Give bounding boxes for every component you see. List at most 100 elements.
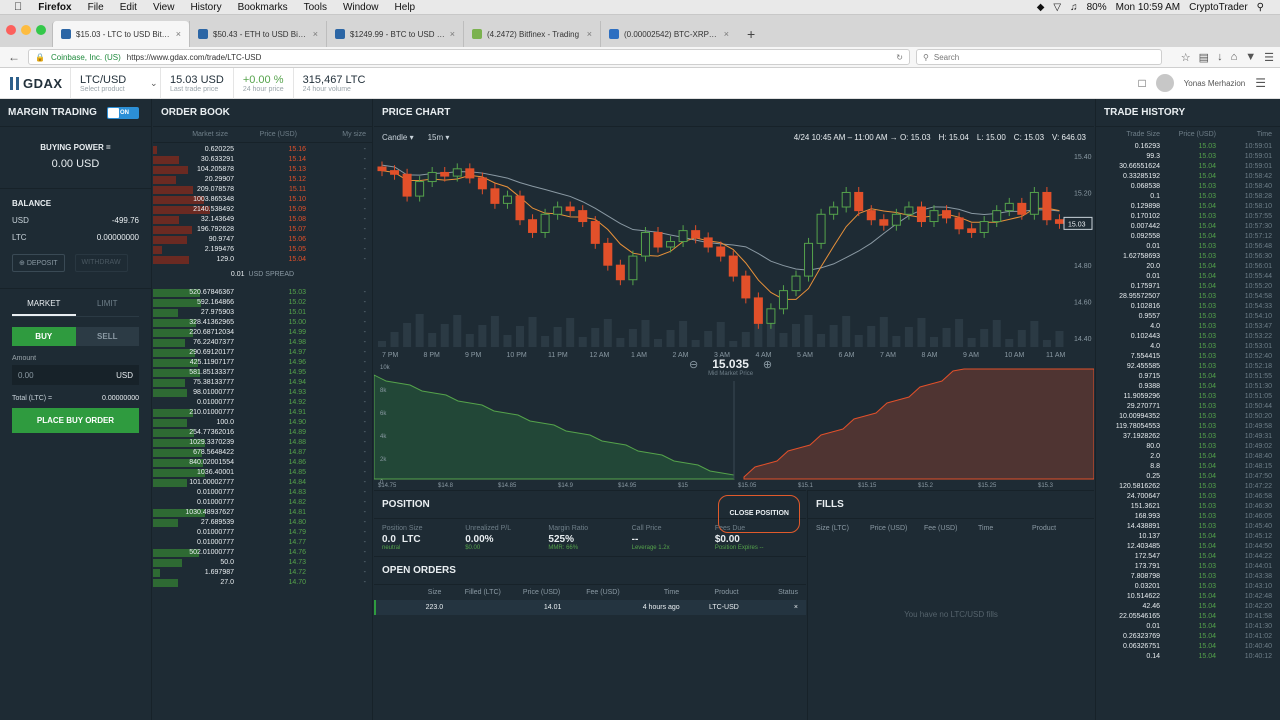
book-row[interactable]: 98.01000777 14.93 - bbox=[153, 388, 372, 398]
book-row[interactable]: 328.41362965 15.00 - bbox=[153, 318, 372, 328]
book-row[interactable]: 581.85133377 14.95 - bbox=[153, 368, 372, 378]
minimize-window-button[interactable] bbox=[21, 25, 31, 35]
candlestick-chart[interactable]: 15.40 15.20 14.80 14.60 14.40 15.03 bbox=[374, 147, 1094, 347]
download-icon[interactable]: ↓ bbox=[1217, 51, 1223, 64]
product-selector[interactable]: LTC/USD Select product bbox=[70, 67, 150, 99]
dropbox-icon[interactable]: ◆ bbox=[1037, 2, 1045, 13]
book-row[interactable]: 1003.865348 15.10 - bbox=[153, 195, 372, 205]
book-row[interactable]: 2.199476 15.05 - bbox=[153, 245, 372, 255]
bookmark-star-icon[interactable]: ☆ bbox=[1181, 51, 1191, 64]
book-row[interactable]: 210.01000777 14.91 - bbox=[153, 408, 372, 418]
close-tab-icon[interactable]: × bbox=[450, 29, 455, 39]
book-row[interactable]: 502.01000777 14.76 - bbox=[153, 548, 372, 558]
menu-tools[interactable]: Tools bbox=[304, 2, 327, 13]
book-row[interactable]: 27.975903 15.01 - bbox=[153, 308, 372, 318]
book-row[interactable]: 50.0 14.73 - bbox=[153, 558, 372, 568]
close-window-button[interactable] bbox=[6, 25, 16, 35]
book-row[interactable]: 32.143649 15.08 - bbox=[153, 215, 372, 225]
menu-edit[interactable]: Edit bbox=[120, 2, 137, 13]
tab-0[interactable]: $15.03 - LTC to USD Bitcoi... × bbox=[52, 21, 189, 47]
chat-icon[interactable]: □ bbox=[1138, 76, 1145, 90]
book-row[interactable]: 840.02001554 14.86 - bbox=[153, 458, 372, 468]
gdax-logo[interactable]: GDAX bbox=[0, 76, 70, 91]
user-name[interactable]: Yonas Merhazion bbox=[1184, 79, 1246, 88]
book-row[interactable]: 75.38133777 14.94 - bbox=[153, 378, 372, 388]
zoom-in-icon[interactable]: ⊕ bbox=[763, 358, 772, 371]
url-bar[interactable]: 🔒 Coinbase, Inc. (US) https://www.gdax.c… bbox=[28, 49, 910, 65]
place-order-button[interactable]: PLACE BUY ORDER bbox=[12, 408, 139, 433]
book-row[interactable]: 254.77362016 14.89 - bbox=[153, 428, 372, 438]
apple-icon[interactable]:  bbox=[14, 1, 22, 13]
tab-market[interactable]: MARKET bbox=[12, 293, 76, 316]
new-tab-button[interactable]: + bbox=[737, 21, 765, 47]
clock[interactable]: Mon 10:59 AM bbox=[1116, 2, 1180, 13]
book-row[interactable]: 1030.48937627 14.81 - bbox=[153, 508, 372, 518]
book-row[interactable]: 0.01000777 14.77 - bbox=[153, 538, 372, 548]
close-tab-icon[interactable]: × bbox=[313, 29, 318, 39]
book-row[interactable]: 0.01000777 14.82 - bbox=[153, 498, 372, 508]
menu-view[interactable]: View bbox=[153, 2, 175, 13]
reader-icon[interactable]: ▤ bbox=[1199, 51, 1209, 64]
chevron-down-icon[interactable]: ⌄ bbox=[150, 78, 160, 89]
book-row[interactable]: 27.689539 14.80 - bbox=[153, 518, 372, 528]
close-tab-icon[interactable]: × bbox=[724, 29, 729, 39]
book-row[interactable]: 0.01000777 14.83 - bbox=[153, 488, 372, 498]
book-row[interactable]: 76.22407377 14.98 - bbox=[153, 338, 372, 348]
book-row[interactable]: 592.164866 15.02 - bbox=[153, 298, 372, 308]
book-row[interactable]: 104.205878 15.13 - bbox=[153, 165, 372, 175]
menu-help[interactable]: Help bbox=[395, 2, 416, 13]
tab-1[interactable]: $50.43 - ETH to USD Bitcoi... × bbox=[189, 21, 326, 47]
book-row[interactable]: 520.67846367 15.03 - bbox=[153, 288, 372, 298]
buy-button[interactable]: BUY bbox=[12, 327, 76, 346]
chart-type-dropdown[interactable]: Candle ▾ bbox=[382, 133, 414, 142]
close-tab-icon[interactable]: × bbox=[176, 29, 181, 39]
book-row[interactable]: 678.5648422 14.87 - bbox=[153, 448, 372, 458]
depth-chart[interactable]: $14.75 $14.8 $14.85 $14.9 $14.95 $15 $15.05 $15… bbox=[373, 361, 1095, 489]
zoom-out-icon[interactable]: ⊖ bbox=[689, 358, 698, 371]
app-menu[interactable]: Firefox bbox=[38, 2, 71, 13]
back-icon[interactable]: ← bbox=[6, 50, 22, 64]
book-row[interactable]: 27.0 14.70 - bbox=[153, 578, 372, 588]
book-row[interactable]: 425.11907177 14.96 - bbox=[153, 358, 372, 368]
tab-3[interactable]: (4.2472) Bitfinex - Trading × bbox=[463, 21, 600, 47]
book-row[interactable]: 129.0 15.04 - bbox=[153, 255, 372, 265]
book-row[interactable]: 0.01000777 14.92 - bbox=[153, 398, 372, 408]
book-row[interactable]: 2140.538492 15.09 - bbox=[153, 205, 372, 215]
book-row[interactable]: 220.68712034 14.99 - bbox=[153, 328, 372, 338]
avatar[interactable] bbox=[1155, 74, 1174, 92]
book-row[interactable]: 0.620225 15.16 - bbox=[153, 145, 372, 155]
tab-4[interactable]: (0.00002542) BTC-XRP Ri... × bbox=[600, 21, 737, 47]
wifi-icon[interactable]: ▽ bbox=[1053, 2, 1061, 13]
spotlight-icon[interactable]: ⚲ bbox=[1257, 2, 1264, 13]
menu-window[interactable]: Window bbox=[343, 2, 379, 13]
margin-toggle[interactable]: ON bbox=[107, 107, 139, 119]
menu-bookmarks[interactable]: Bookmarks bbox=[238, 2, 288, 13]
menu-file[interactable]: File bbox=[88, 2, 104, 13]
book-row[interactable]: 290.69120177 14.97 - bbox=[153, 348, 372, 358]
book-row[interactable]: 0.01000777 14.79 - bbox=[153, 528, 372, 538]
table-row[interactable]: 223.0 14.01 4 hours ago LTC-USD × bbox=[374, 600, 806, 615]
book-row[interactable]: 1.697987 14.72 - bbox=[153, 568, 372, 578]
tab-limit[interactable]: LIMIT bbox=[76, 293, 140, 316]
book-row[interactable]: 20.29907 15.12 - bbox=[153, 175, 372, 185]
zoom-window-button[interactable] bbox=[36, 25, 46, 35]
url-text[interactable]: https://www.gdax.com/trade/LTC-USD bbox=[127, 53, 262, 62]
withdraw-button[interactable]: WITHDRAW bbox=[74, 254, 128, 272]
pocket-icon[interactable]: ▼ bbox=[1245, 51, 1256, 64]
book-row[interactable]: 30.633291 15.14 - bbox=[153, 155, 372, 165]
site-identity[interactable]: Coinbase, Inc. (US) bbox=[51, 53, 121, 62]
hamburger-menu-icon[interactable]: ☰ bbox=[1255, 76, 1266, 90]
book-row[interactable]: 1029.3370239 14.88 - bbox=[153, 438, 372, 448]
tab-2[interactable]: $1249.99 - BTC to USD Bit... × bbox=[326, 21, 463, 47]
volume-icon[interactable]: ♫ bbox=[1070, 2, 1078, 13]
close-tab-icon[interactable]: × bbox=[587, 29, 592, 39]
battery-status[interactable]: 80% bbox=[1087, 2, 1107, 13]
menu-icon[interactable]: ☰ bbox=[1264, 51, 1274, 64]
sell-button[interactable]: SELL bbox=[75, 327, 139, 346]
user-menu[interactable]: CryptoTrader bbox=[1189, 2, 1248, 13]
search-input[interactable]: ⚲ Search bbox=[916, 49, 1162, 65]
deposit-button[interactable]: ⊕ DEPOSIT bbox=[12, 254, 65, 272]
order-cell-6[interactable]: × bbox=[739, 604, 798, 611]
home-icon[interactable]: ⌂ bbox=[1231, 51, 1238, 64]
amount-input[interactable]: 0.00 USD bbox=[12, 365, 139, 385]
